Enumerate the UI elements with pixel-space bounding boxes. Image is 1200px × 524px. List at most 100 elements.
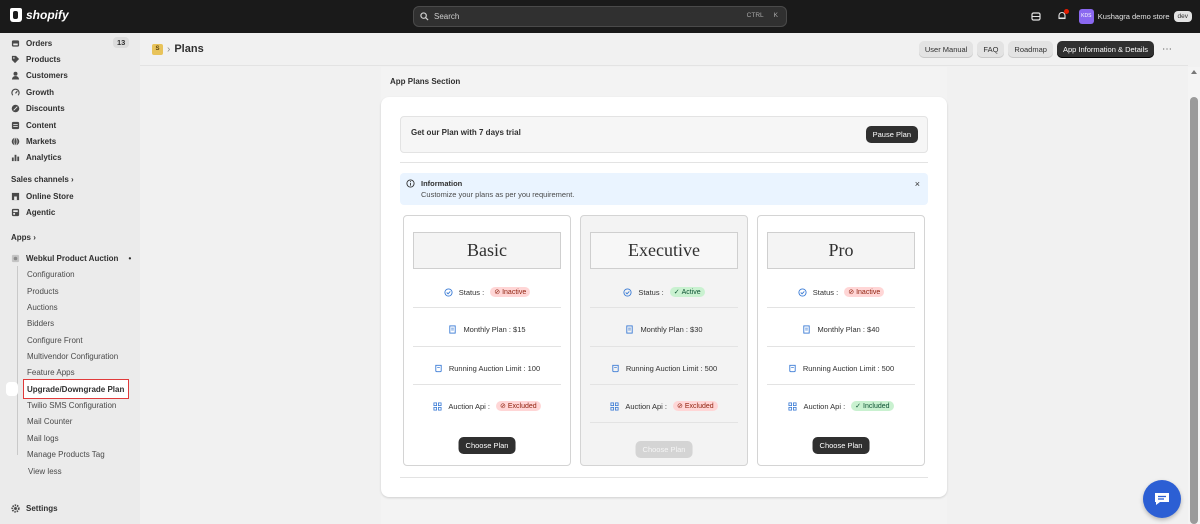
status-badge: ⊘ Inactive bbox=[490, 287, 531, 297]
sidebar-label: Customers bbox=[26, 70, 68, 80]
sidebar-item-growth[interactable]: Growth bbox=[11, 85, 54, 99]
divider bbox=[400, 477, 928, 478]
subnav-configure-front[interactable]: Configure Front bbox=[27, 333, 83, 347]
chevron-right-icon: › bbox=[71, 175, 74, 184]
apps-heading[interactable]: Apps › bbox=[11, 233, 36, 242]
scroll-icon bbox=[788, 364, 797, 373]
discount-icon bbox=[11, 104, 20, 113]
row-divider bbox=[590, 346, 738, 347]
roadmap-button[interactable]: Roadmap bbox=[1008, 41, 1053, 58]
agentic-icon bbox=[11, 208, 20, 217]
subnav-multivendor-configuration[interactable]: Multivendor Configuration bbox=[27, 349, 118, 363]
sidebar-item-markets[interactable]: Markets bbox=[11, 134, 56, 148]
scrollbar-thumb[interactable] bbox=[1190, 97, 1198, 524]
status-label: Status : bbox=[638, 287, 664, 297]
subnav-mail-counter[interactable]: Mail Counter bbox=[27, 414, 72, 428]
subnav-products[interactable]: Products bbox=[27, 284, 59, 298]
sidebar-item-settings[interactable]: Settings bbox=[11, 501, 58, 515]
subnav-auctions[interactable]: Auctions bbox=[27, 300, 58, 314]
notification-dot bbox=[1063, 9, 1069, 14]
page-scrollbar[interactable] bbox=[1188, 67, 1200, 524]
subnav-configuration[interactable]: Configuration bbox=[27, 267, 75, 281]
sidebar-item-orders[interactable]: Orders bbox=[11, 36, 52, 50]
subnav-mail-logs[interactable]: Mail logs bbox=[27, 431, 59, 445]
subnav-twilio-sms[interactable]: Twilio SMS Configuration bbox=[27, 398, 116, 412]
store-switcher[interactable]: KDS Kushagra demo store dev bbox=[1078, 8, 1192, 24]
chevron-right-icon: › bbox=[167, 43, 171, 55]
info-banner: Information Customize your plans as per … bbox=[400, 173, 928, 205]
monthly-plan-text: Monthly Plan : $15 bbox=[463, 324, 526, 334]
faq-button[interactable]: FAQ bbox=[977, 41, 1005, 58]
plan-monthly-row: Monthly Plan : $40 bbox=[758, 322, 924, 336]
brand-name: shopify bbox=[26, 8, 69, 22]
shopify-bag-icon bbox=[10, 8, 22, 22]
subnav-upgrade-downgrade-plan[interactable]: Upgrade/Downgrade Plan bbox=[23, 379, 129, 399]
chat-icon bbox=[1155, 493, 1169, 505]
sidebar-item-content[interactable]: Content bbox=[11, 118, 56, 132]
api-badge: ⊘ Excluded bbox=[673, 401, 718, 411]
chevron-right-icon: › bbox=[33, 233, 36, 242]
api-badge-text: Excluded bbox=[684, 402, 714, 410]
subnav-view-less[interactable]: View less bbox=[28, 464, 62, 478]
api-badge-text: Excluded bbox=[507, 402, 537, 410]
choose-plan-button-basic[interactable]: Choose Plan bbox=[458, 437, 516, 454]
sidebar-item-discounts[interactable]: Discounts bbox=[11, 101, 65, 115]
plans-card: Get our Plan with 7 days trial Pause Pla… bbox=[381, 97, 947, 497]
shortcut-key: K bbox=[773, 12, 778, 19]
app-information-button[interactable]: App Information & Details bbox=[1056, 41, 1154, 58]
apps-grid-icon bbox=[610, 401, 619, 411]
section-title: App Plans Section bbox=[390, 77, 461, 86]
plan-api-row: Auction Api : ✓ Included bbox=[758, 399, 924, 413]
choose-plan-button-pro[interactable]: Choose Plan bbox=[812, 437, 870, 454]
notifications-icon[interactable] bbox=[1053, 7, 1071, 25]
more-actions-icon[interactable]: ⋯ bbox=[1158, 44, 1176, 55]
sidebar-item-customers[interactable]: Customers bbox=[11, 68, 68, 82]
sidebar-item-webkul-auction[interactable]: Webkul Product Auction • bbox=[11, 251, 131, 265]
app-crumb-icon[interactable]: S bbox=[152, 43, 163, 55]
monthly-plan-text: Monthly Plan : $40 bbox=[817, 324, 880, 334]
monthly-plan-text: Monthly Plan : $30 bbox=[640, 324, 703, 334]
apps-grid-icon bbox=[433, 401, 442, 411]
pause-plan-button[interactable]: Pause Plan bbox=[865, 126, 918, 143]
sidebar-item-online-store[interactable]: Online Store bbox=[11, 189, 74, 203]
plan-card-pro: Pro Status : ⊘ Inactive Monthly Plan : $4… bbox=[757, 215, 925, 466]
plan-status-row: Status : ✓ Active bbox=[581, 285, 747, 299]
subnav-manage-products-tag[interactable]: Manage Products Tag bbox=[27, 447, 105, 461]
search-input[interactable]: Search CTRL K bbox=[413, 6, 787, 27]
status-badge-text: Active bbox=[681, 288, 701, 296]
scroll-up-arrow-icon[interactable] bbox=[1191, 70, 1197, 74]
check-circle-small-icon: ✓ bbox=[855, 403, 862, 410]
header-actions: User Manual FAQ Roadmap App Information … bbox=[918, 41, 1176, 58]
plan-status-row: Status : ⊘ Inactive bbox=[404, 285, 570, 299]
growth-icon bbox=[11, 88, 20, 97]
inbox-icon[interactable] bbox=[1027, 7, 1045, 25]
user-manual-button[interactable]: User Manual bbox=[918, 41, 974, 58]
auction-api-label: Auction Api : bbox=[448, 401, 491, 411]
sidebar-label: Products bbox=[26, 54, 61, 64]
subnav-bidders[interactable]: Bidders bbox=[27, 316, 54, 330]
sidebar-label: Online Store bbox=[26, 191, 74, 201]
auction-api-label: Auction Api : bbox=[625, 401, 668, 411]
scroll-icon bbox=[611, 364, 620, 373]
gear-icon bbox=[11, 503, 20, 513]
plan-name: Pro bbox=[767, 232, 915, 269]
auction-limit-text: Running Auction Limit : 500 bbox=[625, 363, 718, 373]
status-badge-text: Inactive bbox=[502, 288, 527, 296]
status-label: Status : bbox=[812, 287, 839, 297]
subnav-feature-apps[interactable]: Feature Apps bbox=[27, 365, 75, 379]
subnav-line bbox=[17, 400, 18, 455]
prohibited-icon: ⊘ bbox=[500, 403, 506, 410]
api-badge-text: Included bbox=[863, 402, 890, 410]
sidebar-item-products[interactable]: Products bbox=[11, 52, 61, 66]
content-icon bbox=[11, 121, 20, 130]
sidebar-item-agentic[interactable]: Agentic bbox=[11, 205, 55, 219]
sidebar-item-analytics[interactable]: Analytics bbox=[11, 150, 62, 164]
close-icon[interactable]: × bbox=[915, 179, 920, 189]
plan-api-row: Auction Api : ⊘ Excluded bbox=[404, 399, 570, 413]
sales-channels-heading[interactable]: Sales channels › bbox=[11, 175, 74, 184]
sidebar-label: Markets bbox=[26, 136, 57, 146]
orders-count-badge: 13 bbox=[113, 37, 130, 48]
shopify-logo[interactable]: shopify bbox=[10, 8, 69, 22]
prohibited-icon: ⊘ bbox=[677, 403, 683, 410]
chat-button[interactable] bbox=[1143, 480, 1181, 518]
